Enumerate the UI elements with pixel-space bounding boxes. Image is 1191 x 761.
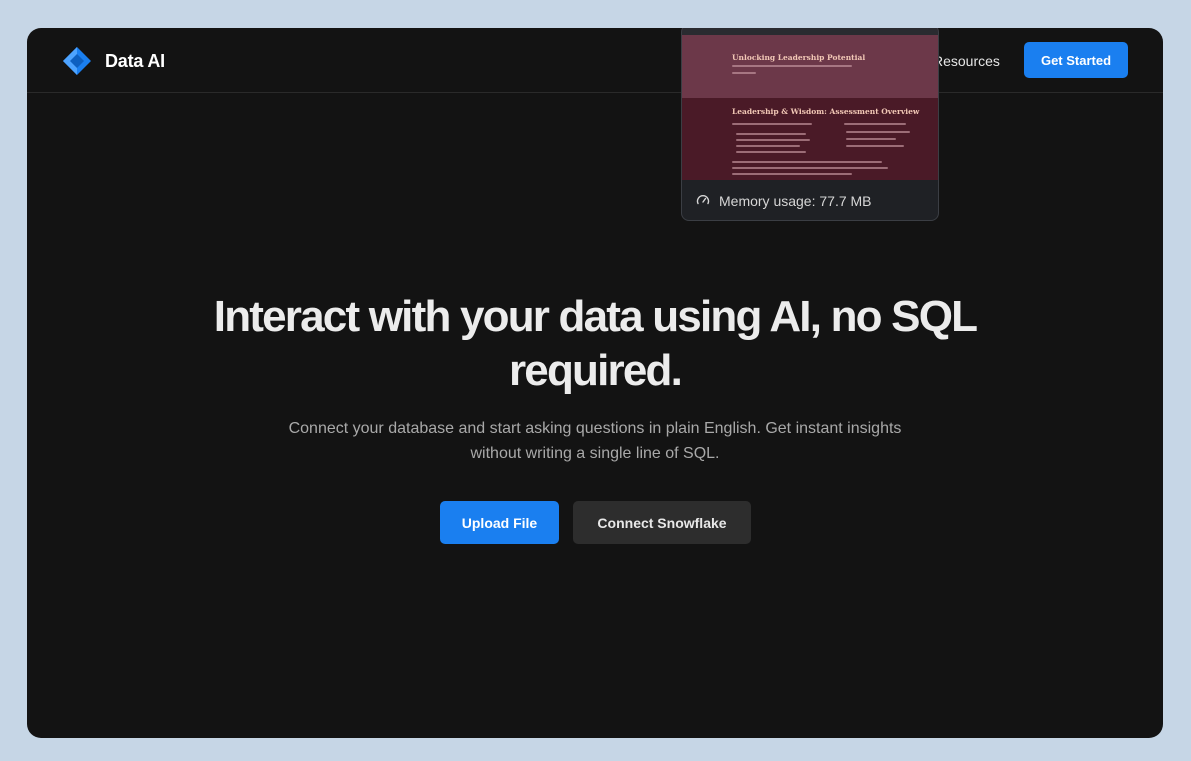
tab-thumbnail: Unlocking Leadership Potential Leadershi… [682, 28, 938, 180]
brand-name: Data AI [105, 50, 165, 71]
thumbnail-text-line [846, 138, 896, 140]
connect-snowflake-button[interactable]: Connect Snowflake [573, 501, 751, 544]
memory-usage-row: Memory usage: 77.7 MB [682, 180, 938, 220]
memory-usage-label: Memory usage: 77.7 MB [719, 193, 872, 209]
app-window: Data AI Resources Get Started Interact w… [27, 28, 1163, 738]
logo-icon [62, 46, 92, 76]
thumbnail-text-line [736, 133, 806, 135]
thumbnail-banner [682, 28, 938, 98]
thumbnail-text-line [844, 123, 906, 125]
hero-subtitle: Connect your database and start asking q… [288, 420, 902, 462]
thumbnail-text-line [846, 131, 910, 133]
nav-link-resources[interactable]: Resources [933, 53, 1000, 69]
thumbnail-text-line [732, 173, 852, 175]
thumbnail-text-line [732, 161, 882, 163]
thumbnail-page-heading: Unlocking Leadership Potential [732, 53, 866, 62]
upload-file-button[interactable]: Upload File [440, 501, 559, 544]
thumbnail-text-line [732, 167, 888, 169]
brand-logo[interactable]: Data AI [62, 46, 165, 76]
thumbnail-text-line [732, 123, 812, 125]
thumbnail-text-line [736, 151, 806, 153]
hero-title: Interact with your data using AI, no SQL… [213, 292, 978, 395]
thumbnail-text-line [736, 145, 800, 147]
gauge-icon [696, 193, 719, 210]
tab-hover-preview: Unlocking Leadership Potential Leadershi… [681, 28, 939, 221]
thumbnail-text-line [846, 145, 904, 147]
thumbnail-text-line [732, 65, 852, 67]
thumbnail-text-line [736, 139, 810, 141]
thumbnail-section-heading: Leadership & Wisdom: Assessment Overview [732, 107, 920, 116]
thumbnail-text-line [732, 72, 756, 74]
thumbnail-toolbar [682, 28, 938, 35]
top-navbar: Data AI Resources Get Started [27, 28, 1163, 93]
get-started-button[interactable]: Get Started [1024, 42, 1128, 78]
